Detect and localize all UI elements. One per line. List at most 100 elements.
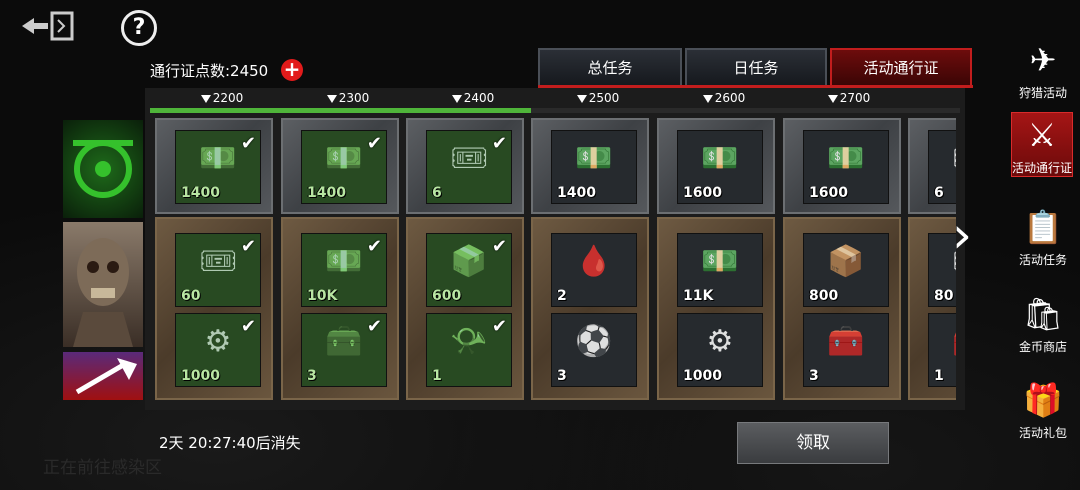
gift-icon: 🎁 — [1023, 381, 1063, 419]
premium-reward-row: 💵 11K ⚙ 1000 — [657, 217, 775, 400]
reward-column: 🎟6🎟80🧰1 — [908, 118, 956, 400]
scroll-right-arrow[interactable]: › — [950, 205, 974, 265]
sidebar-item[interactable]: 📋 活动任务 — [1010, 205, 1076, 268]
reward-quantity: 10K — [307, 288, 338, 304]
reward-slot[interactable]: 💵 1400 ✔ — [301, 130, 387, 204]
reward-quantity: 1 — [934, 368, 944, 384]
reward-slot[interactable]: ⚙ 1000 — [677, 313, 763, 387]
claimed-check-icon: ✔ — [366, 133, 382, 154]
milestone-label: 2200 — [212, 91, 244, 105]
help-button[interactable]: ? — [121, 10, 157, 46]
reward-quantity: 3 — [307, 368, 317, 384]
reward-quantity: 1 — [432, 368, 442, 384]
milestone-marker: 2500 — [568, 91, 628, 105]
paper-plane-icon: ✈ — [1029, 41, 1057, 79]
claimed-check-icon: ✔ — [491, 316, 507, 337]
milestone-label: 2600 — [714, 91, 746, 105]
reward-quantity: 6 — [934, 185, 944, 201]
reward-slot[interactable]: 💵 1400 — [551, 130, 637, 204]
shopping-bag-icon: 🛍 — [1022, 295, 1064, 333]
reward-slot[interactable]: 🎟 60 ✔ — [175, 233, 261, 307]
milestone-label: 2700 — [839, 91, 871, 105]
reward-slot[interactable]: 🎟6 — [928, 130, 956, 204]
reward-slot[interactable]: ⚽ 3 — [551, 313, 637, 387]
reward-slot[interactable]: 💵 1600 — [677, 130, 763, 204]
reward-quantity: 1000 — [683, 368, 722, 384]
sidebar-item[interactable]: ✈ 狩猎活动 — [1010, 38, 1076, 101]
sidebar-item[interactable]: 🛍 金币商店 — [1010, 292, 1076, 355]
reward-quantity: 11K — [683, 288, 714, 304]
sidebar-item-label: 活动任务 — [1018, 253, 1067, 267]
reward-quantity: 1400 — [181, 185, 220, 201]
reward-quantity: 600 — [432, 288, 462, 304]
sidebar-item[interactable]: 🎁 活动礼包 — [1010, 378, 1076, 441]
cash-icon: 💵 — [827, 141, 865, 176]
sidebar-item[interactable]: ⚔ 活动通行证 — [1011, 112, 1073, 177]
reward-column: 💵 1600 💵 11K ⚙ 1000 — [657, 118, 775, 400]
reward-quantity: 60 — [181, 288, 201, 304]
reward-slot[interactable]: ⚙ 1000 ✔ — [175, 313, 261, 387]
crate-icon: 🧰 — [827, 324, 865, 359]
zombie-portrait — [63, 222, 143, 347]
reward-slot[interactable]: 🧰 3 ✔ — [301, 313, 387, 387]
milestone-pointer-icon — [200, 94, 211, 103]
cash-icon: 💵 — [701, 141, 739, 176]
reward-slot[interactable]: 💵 1400 ✔ — [175, 130, 261, 204]
sidebar-item-label: 活动礼包 — [1018, 426, 1067, 440]
reward-slot[interactable]: 🧰1 — [928, 313, 956, 387]
status-text: 正在前往感染区 — [43, 458, 162, 478]
crate-icon: 🧰 — [929, 322, 956, 362]
milestone-marker: 2600 — [694, 91, 754, 105]
expiry-timer: 2天 20:27:40后消失 — [159, 434, 301, 452]
reward-quantity: 6 — [432, 185, 442, 201]
free-reward-row: 🎟 6 ✔ — [406, 118, 524, 214]
reward-column: 💵 1400 ✔ 💵 10K ✔ 🧰 3 ✔ — [281, 118, 399, 400]
premium-reward-row: 🎟 60 ✔ ⚙ 1000 ✔ — [155, 217, 273, 400]
tier-rail — [63, 120, 143, 400]
reward-slot[interactable]: 💵 11K — [677, 233, 763, 307]
claimed-check-icon: ✔ — [366, 236, 382, 257]
biohazard-emblem-icon — [63, 120, 143, 218]
checklist-icon: 📋 — [1023, 208, 1063, 246]
tab-total-tasks[interactable]: 总任务 — [538, 48, 682, 86]
milestone-pointer-icon — [576, 94, 587, 103]
reward-slot[interactable]: 📯 1 ✔ — [426, 313, 512, 387]
reward-slot[interactable]: 🧰 3 — [803, 313, 889, 387]
reward-quantity: 3 — [809, 368, 819, 384]
reward-slot[interactable]: 📦 600 ✔ — [426, 233, 512, 307]
reward-slot[interactable]: 🩸 2 — [551, 233, 637, 307]
free-reward-row: 🎟6 — [908, 118, 956, 214]
reward-slot[interactable]: 📦 800 — [803, 233, 889, 307]
premium-reward-row: 💵 10K ✔ 🧰 3 ✔ — [281, 217, 399, 400]
progress-fill — [150, 108, 531, 113]
claimed-check-icon: ✔ — [240, 133, 256, 154]
reward-quantity: 1000 — [181, 368, 220, 384]
free-reward-row: 💵 1400 ✔ — [155, 118, 273, 214]
reward-quantity: 80 — [934, 288, 954, 304]
blood-bag-icon: 🩸 — [575, 244, 613, 279]
cash-icon: 💵 — [575, 141, 613, 176]
claim-button[interactable]: 领取 — [737, 422, 889, 464]
milestone-label: 2500 — [588, 91, 620, 105]
tab-event-pass[interactable]: 活动通行证 — [830, 48, 972, 86]
claimed-check-icon: ✔ — [491, 133, 507, 154]
reward-quantity: 1400 — [307, 185, 346, 201]
reward-slot[interactable]: 💵 1600 — [803, 130, 889, 204]
reward-quantity: 3 — [557, 368, 567, 384]
free-reward-row: 💵 1600 — [783, 118, 901, 214]
axe-tier-icon — [63, 352, 143, 400]
reward-slot[interactable]: 🎟 6 ✔ — [426, 130, 512, 204]
sidebar-item-label: 狩猎活动 — [1018, 86, 1067, 100]
milestone-label: 2400 — [463, 91, 495, 105]
progress-bar — [150, 108, 960, 113]
milestone-marker: 2200 — [192, 91, 252, 105]
tab-daily-tasks[interactable]: 日任务 — [685, 48, 827, 86]
milestone-marker: 2700 — [819, 91, 879, 105]
back-button[interactable] — [18, 10, 76, 42]
reward-quantity: 1600 — [809, 185, 848, 201]
claimed-check-icon: ✔ — [240, 316, 256, 337]
claimed-check-icon: ✔ — [491, 236, 507, 257]
add-points-button[interactable]: + — [281, 59, 303, 81]
reward-slot[interactable]: 💵 10K ✔ — [301, 233, 387, 307]
milestone-marker: 2400 — [443, 91, 503, 105]
